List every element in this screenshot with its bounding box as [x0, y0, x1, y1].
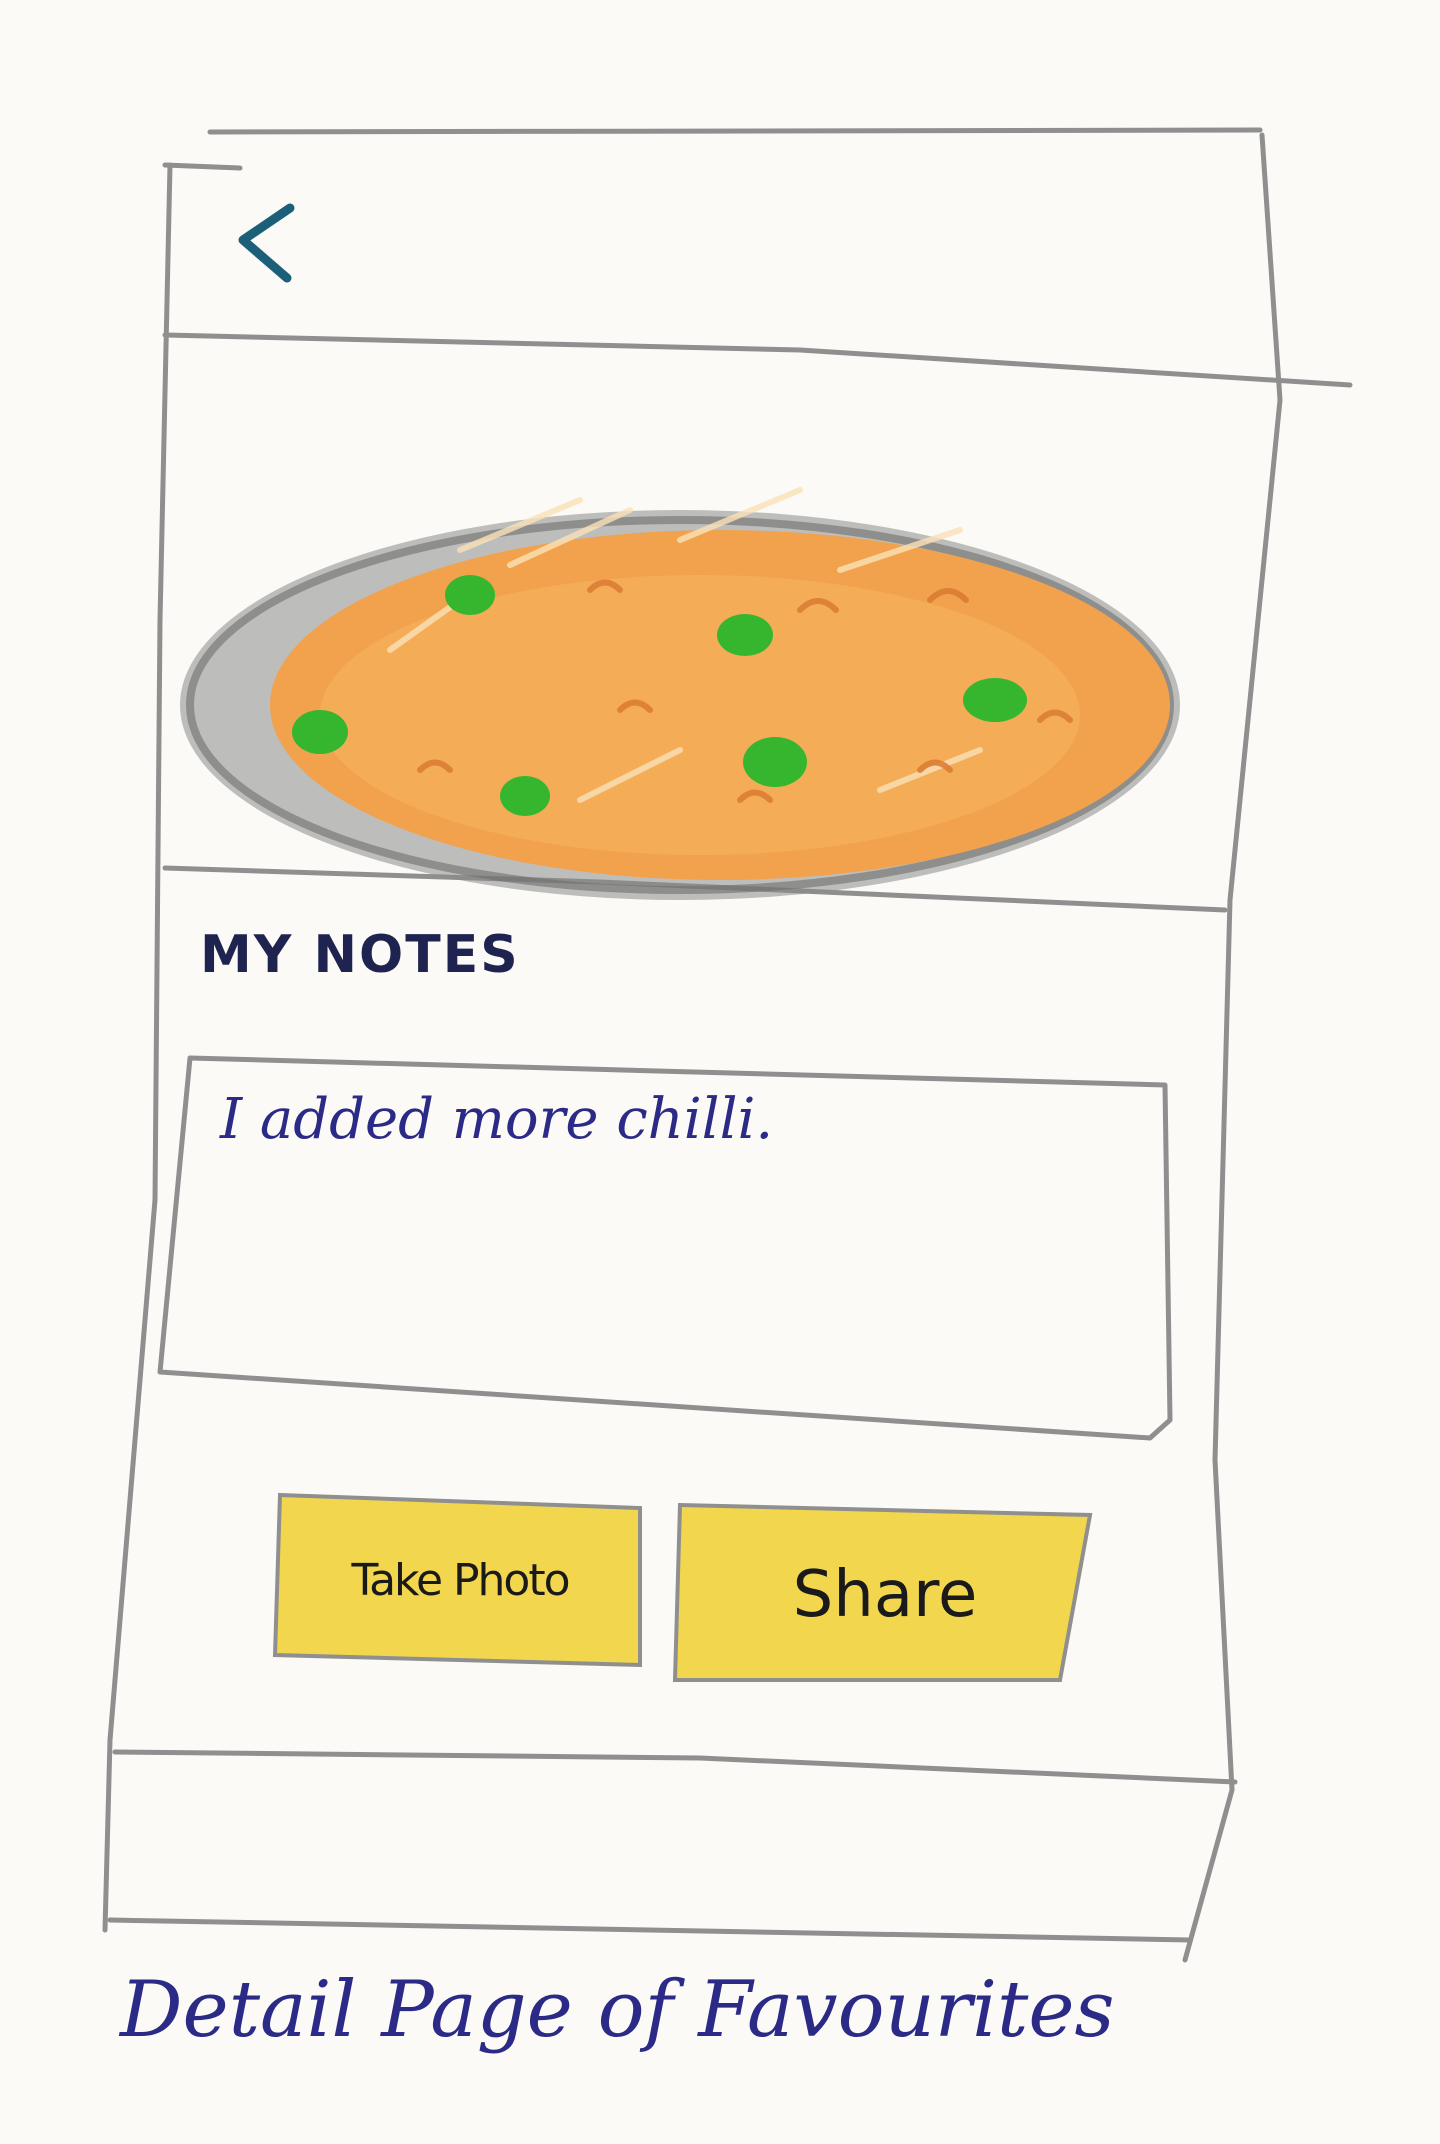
share-button[interactable]: Share — [685, 1510, 1085, 1680]
button-backgrounds — [272, 1492, 1093, 1682]
sketch-caption: Detail Page of Favourites — [120, 1965, 1115, 2055]
take-photo-button[interactable]: Take Photo — [285, 1500, 635, 1660]
